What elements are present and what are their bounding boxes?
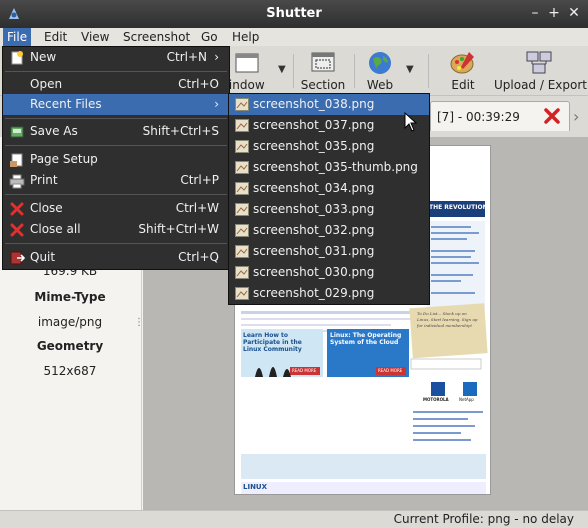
menu-view[interactable]: View xyxy=(77,28,113,46)
web-capture-button[interactable]: Web xyxy=(362,48,398,94)
image-file-icon xyxy=(235,266,249,279)
window-title: Shutter xyxy=(266,6,322,21)
recent-file-item[interactable]: screenshot_037.png xyxy=(229,115,429,136)
recent-file-item[interactable]: screenshot_034.png xyxy=(229,178,429,199)
image-file-icon xyxy=(235,98,249,111)
palette-icon xyxy=(450,52,474,74)
image-file-icon xyxy=(235,140,249,153)
menu-separator xyxy=(5,243,227,244)
menu-item-quit[interactable]: Quit Ctrl+Q xyxy=(3,247,229,268)
close-icon xyxy=(10,202,24,216)
close-all-icon xyxy=(10,223,24,237)
menu-go[interactable]: Go xyxy=(197,28,222,46)
preview-ad1-cta: READ MORE xyxy=(292,368,317,373)
recent-file-item[interactable]: screenshot_038.png xyxy=(229,94,429,115)
recent-file-item[interactable]: screenshot_035-thumb.png xyxy=(229,157,429,178)
close-tab-icon[interactable] xyxy=(543,106,561,126)
preview-ad2-cta: READ MORE xyxy=(378,368,403,373)
tab-label: [7] - 00:39:29 xyxy=(437,110,520,124)
preview-brand-motorola: MOTOROLA xyxy=(423,397,449,402)
recent-file-item[interactable]: screenshot_030.png xyxy=(229,262,429,283)
recent-file-item[interactable]: screenshot_032.png xyxy=(229,220,429,241)
mime-type-value: image/png xyxy=(37,315,103,329)
image-file-icon xyxy=(235,119,249,132)
tab-scroll-right-icon[interactable]: › xyxy=(573,107,579,126)
page-setup-icon xyxy=(10,153,23,167)
menu-item-save-as[interactable]: Save As Shift+Ctrl+S xyxy=(3,121,229,142)
image-file-icon xyxy=(235,161,249,174)
menu-file[interactable]: File xyxy=(3,28,32,46)
section-icon xyxy=(311,52,335,72)
status-text: Current Profile: png - no delay xyxy=(393,512,574,526)
menu-item-close[interactable]: Close Ctrl+W xyxy=(3,198,229,219)
tab-screenshot-7[interactable]: [7] - 00:39:29 xyxy=(430,101,570,131)
globe-icon xyxy=(369,52,391,74)
image-file-icon xyxy=(235,203,249,216)
submenu-arrow-icon: › xyxy=(214,97,219,111)
window-capture-button[interactable]: Window xyxy=(217,48,266,94)
toolbar-separator xyxy=(428,54,429,88)
section-capture-button[interactable]: Section xyxy=(300,48,346,94)
toolbar-separator xyxy=(293,54,294,88)
menu-item-close-all[interactable]: Close all Shift+Ctrl+W xyxy=(3,219,229,240)
menu-separator xyxy=(5,71,227,72)
menu-item-new[interactable]: New Ctrl+N › xyxy=(3,47,229,68)
image-file-icon xyxy=(235,182,249,195)
window-dropdown-arrow[interactable]: ▼ xyxy=(278,64,286,75)
recent-file-item[interactable]: screenshot_031.png xyxy=(229,241,429,262)
status-bar: Current Profile: png - no delay xyxy=(0,510,588,528)
image-file-icon xyxy=(235,287,249,300)
title-bar: Shutter – + ✕ xyxy=(0,0,588,28)
menu-item-page-setup[interactable]: Page Setup xyxy=(3,149,229,170)
menu-separator xyxy=(5,194,227,195)
new-icon xyxy=(11,51,23,65)
upload-export-button[interactable]: Upload / Export xyxy=(494,48,587,94)
maximize-button[interactable]: + xyxy=(545,4,563,22)
geometry-label: Geometry xyxy=(36,339,104,353)
recent-file-item[interactable]: screenshot_033.png xyxy=(229,199,429,220)
preview-footer-logo: LINUX xyxy=(243,483,268,491)
mouse-pointer-icon xyxy=(404,112,418,132)
print-icon xyxy=(9,174,25,189)
menu-edit[interactable]: Edit xyxy=(40,28,71,46)
minimize-button[interactable]: – xyxy=(526,4,544,22)
recent-files-submenu: screenshot_038.png screenshot_037.png sc… xyxy=(228,93,430,305)
submenu-arrow-icon: › xyxy=(214,50,219,64)
close-window-button[interactable]: ✕ xyxy=(565,4,583,22)
menu-screenshot[interactable]: Screenshot xyxy=(119,28,194,46)
geometry-value: 512x687 xyxy=(43,364,97,378)
menu-help[interactable]: Help xyxy=(228,28,263,46)
image-file-icon xyxy=(235,224,249,237)
network-upload-icon xyxy=(526,51,552,74)
recent-file-item[interactable]: screenshot_029.png xyxy=(229,283,429,304)
recent-file-item[interactable]: screenshot_035.png xyxy=(229,136,429,157)
menu-bar: File Edit View Screenshot Go Help xyxy=(0,28,588,46)
mime-type-label: Mime-Type xyxy=(34,290,106,304)
image-file-icon xyxy=(235,245,249,258)
web-dropdown-arrow[interactable]: ▼ xyxy=(406,64,414,75)
preview-brand-netapp: NetApp xyxy=(459,397,474,402)
save-as-icon xyxy=(10,126,24,138)
menu-separator xyxy=(5,118,227,119)
window-icon xyxy=(235,53,259,73)
menu-item-open[interactable]: Open Ctrl+O xyxy=(3,74,229,95)
file-menu: New Ctrl+N › Open Ctrl+O Recent Files › … xyxy=(2,46,230,270)
preview-banner-text: THE REVOLUTION xyxy=(429,204,488,211)
preview-ad2-text: Linux: The Operating System of the Cloud xyxy=(330,332,402,346)
preview-note-text: To Do List... Stock up on Linux, Start l… xyxy=(417,311,478,328)
quit-icon xyxy=(10,251,25,265)
menu-separator xyxy=(5,145,227,146)
menu-item-print[interactable]: Print Ctrl+P xyxy=(3,170,229,191)
toolbar-separator xyxy=(354,54,355,88)
menu-item-recent-files[interactable]: Recent Files › xyxy=(3,94,229,115)
preview-ad1-text: Learn How to Participate in the Linux Co… xyxy=(243,332,302,353)
edit-button[interactable]: Edit xyxy=(444,48,482,94)
